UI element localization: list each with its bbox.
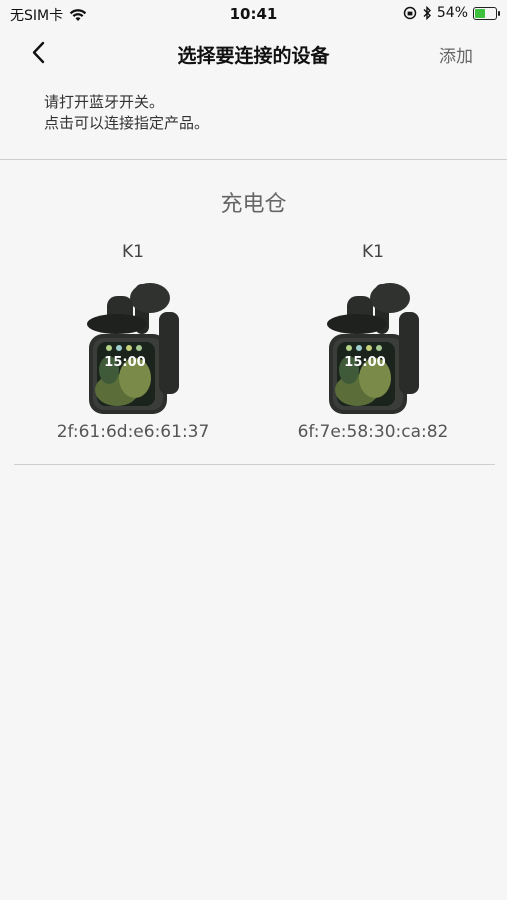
charging-case-image: 15:00 xyxy=(327,283,419,414)
bluetooth-icon xyxy=(423,6,431,20)
page-title: 选择要连接的设备 xyxy=(177,45,330,67)
hint-text: 请打开蓝牙开关。 点击可以连接指定产品。 xyxy=(44,92,209,134)
device-card[interactable]: K1 15:00 6f:7e:58:30:ca:82 xyxy=(263,240,483,442)
device-mac: 6f:7e:58:30:ca:82 xyxy=(297,422,449,442)
orientation-lock-icon xyxy=(403,6,417,20)
device-card[interactable]: K1 15:00 2f:61:6d:e6:61:37 xyxy=(23,240,243,442)
screen-time: 15:00 xyxy=(104,355,145,370)
device-mac: 2f:61:6d:e6:61:37 xyxy=(56,422,210,442)
battery-percent: 54% xyxy=(436,5,468,21)
battery-fill xyxy=(475,8,485,18)
hint-line-2: 点击可以连接指定产品。 xyxy=(44,114,210,132)
screen-time: 15:00 xyxy=(344,355,385,370)
device-name: K1 xyxy=(122,242,144,262)
divider-bottom xyxy=(14,464,495,465)
divider-top xyxy=(0,159,507,160)
status-right: 54% xyxy=(403,5,500,21)
status-bar: 无SIM卡 10:41 54% xyxy=(0,0,507,28)
battery-icon xyxy=(473,6,500,20)
nav-bar: 选择要连接的设备 添加 xyxy=(0,28,507,78)
device-name: K1 xyxy=(362,242,384,262)
add-button[interactable]: 添加 xyxy=(439,42,473,67)
section-title: 充电仓 xyxy=(220,192,287,217)
charging-case-image: 15:00 xyxy=(87,283,179,414)
hint-line-1: 请打开蓝牙开关。 xyxy=(44,93,165,111)
